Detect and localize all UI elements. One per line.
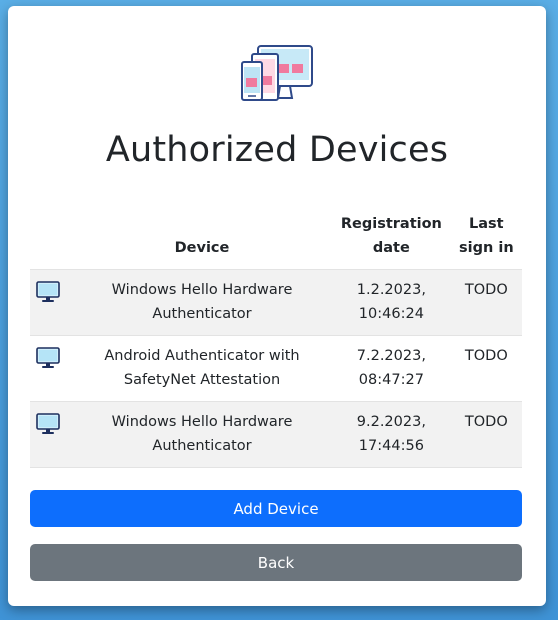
device-name: Windows Hello Hardware Authenticator xyxy=(71,269,333,336)
device-name: Android Authenticator with SafetyNet Att… xyxy=(71,335,333,402)
monitor-icon xyxy=(36,413,66,435)
monitor-icon xyxy=(36,347,66,369)
registration-date: 1.2.2023, 10:46:24 xyxy=(332,269,451,336)
table-row: Windows Hello Hardware Authenticator 1.2… xyxy=(30,269,522,336)
registration-date: 9.2.2023, 17:44:56 xyxy=(332,401,451,468)
add-device-button[interactable]: Add Device xyxy=(30,490,522,527)
header-icon-column xyxy=(30,206,72,270)
table-header-row: Device Registration date Last sign in xyxy=(30,206,522,270)
header-device: Device xyxy=(71,206,333,270)
page-title: Authorized Devices xyxy=(105,130,449,170)
last-sign-in: TODO xyxy=(450,269,522,336)
registration-date: 7.2.2023, 08:47:27 xyxy=(332,335,451,402)
auth-card: Authorized Devices Device Registration d… xyxy=(8,6,546,606)
header-registration-date: Registration date xyxy=(332,206,451,270)
devices-table: Device Registration date Last sign in Wi… xyxy=(30,206,522,468)
header-last-sign-in: Last sign in xyxy=(450,206,522,270)
monitor-icon xyxy=(36,281,66,303)
table-row: Windows Hello Hardware Authenticator 9.2… xyxy=(30,401,522,468)
back-button[interactable]: Back xyxy=(30,544,522,581)
last-sign-in: TODO xyxy=(450,401,522,468)
devices-illustration-icon xyxy=(236,42,316,108)
table-row: Android Authenticator with SafetyNet Att… xyxy=(30,335,522,402)
last-sign-in: TODO xyxy=(450,335,522,402)
device-name: Windows Hello Hardware Authenticator xyxy=(71,401,333,468)
